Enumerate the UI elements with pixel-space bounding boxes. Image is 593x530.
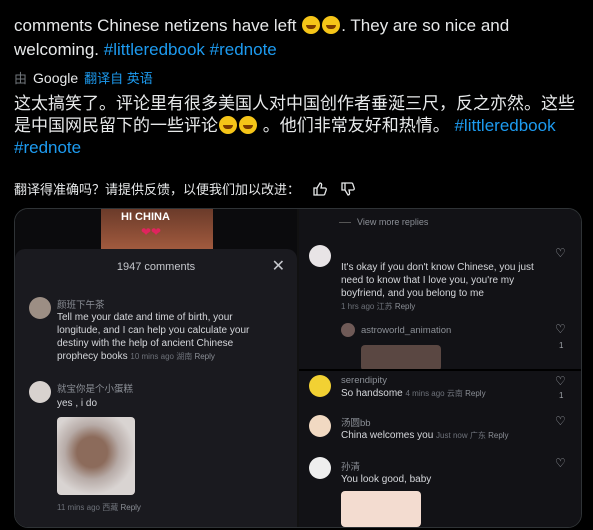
video-caption: HI CHINA [121,211,170,223]
hashtag-littleredbook[interactable]: #littleredbook [104,40,205,59]
comment-time: Just now [436,431,468,440]
hashtag-rednote[interactable]: #rednote [14,138,81,157]
like-heart-icon: ♡ [555,456,566,470]
comment-image [341,491,421,527]
laughing-face-emoji-icon [322,16,341,34]
media-left-screenshot: HI CHINA ❤❤ 1947 comments ✕ 颜班下午茶 Tell m… [15,209,297,527]
comment-time: 4 mins ago [405,389,445,398]
comment-location: 云南 [446,389,463,398]
comment-meta: 11 mins ago 西藏 Reply [57,501,141,514]
comment-text: So handsome 4 mins ago 云南 Reply [341,387,551,400]
avatar [309,457,331,479]
avatar [309,245,331,267]
hashtag-rednote[interactable]: #rednote [210,40,277,59]
avatar [309,375,331,397]
like-heart-icon: ♡ [555,246,566,260]
avatar [29,297,51,319]
comment-location: 湖南 [176,352,193,361]
avatar [309,415,331,437]
thumbs-up-icon[interactable] [312,181,328,197]
translated-from-link[interactable]: 翻译自 英语 [84,68,153,87]
comment-text: China welcomes you Just now 广东 Reply [341,429,551,442]
like-heart-icon: ♡ [555,414,566,428]
like-count: 1 [559,341,564,350]
translation-feedback: 翻译得准确吗？请提供反馈，以便我们加以改进： [14,179,356,198]
sticker-image [57,417,135,495]
comment-image [361,345,441,371]
comments-title: 1947 comments [116,261,196,273]
reply-link: Reply [488,431,509,440]
comment-meta: Just now 广东 Reply [436,431,509,440]
divider [299,369,581,371]
comment-location: 广东 [469,431,486,440]
comment-time: 10 mins ago [130,352,174,361]
tweet-text-zh-part2: 。他们非常友好和热情。 [262,116,450,135]
reply-link: Reply [194,352,215,361]
avatar [29,381,51,403]
reply-link: Reply [120,503,141,512]
comment-text: You look good, baby [341,473,551,486]
comment-body: China welcomes you [341,430,434,441]
thumbs-down-icon[interactable] [340,181,356,197]
tweet-original-text: comments Chinese netizens have left . Th… [14,14,582,62]
close-icon: ✕ [271,258,285,275]
like-heart-icon: ♡ [555,322,566,336]
tweet-text-en-part1: comments Chinese netizens have left [14,16,297,35]
comment-author: 颜班下午茶 [57,300,105,311]
like-count: 1 [559,391,564,400]
comment-author: astroworld_animation [361,325,452,336]
translated-by-prefix: 由 [14,71,28,86]
comment-body: So handsome [341,388,403,399]
comment-location: 江苏 [376,302,393,311]
comment-body: yes , i do [57,398,98,409]
tweet-media[interactable]: HI CHINA ❤❤ 1947 comments ✕ 颜班下午茶 Tell m… [14,208,582,528]
comment-location: 西藏 [102,503,119,512]
avatar [341,323,355,337]
laughing-face-emoji-icon [239,116,257,134]
view-more-replies: View more replies [338,217,429,227]
reply-link: Reply [465,389,486,398]
comment-meta: 10 mins ago 湖南 Reply [130,352,215,361]
comment-time: 11 mins ago [57,503,100,512]
comment-time: 1 hrs ago [341,302,375,311]
feedback-question: 翻译得准确吗？请提供反馈，以便我们加以改进： [14,182,301,197]
comment-text: Tell me your date and time of birth, you… [57,311,259,363]
laughing-face-emoji-icon [302,16,321,34]
comment-author: 就宝你是个小蛋糕 [57,384,134,395]
tweet-translated-text: 这太搞笑了。评论里有很多美国人对中国创作者垂涎三尺，反之亦然。这些是中国网民留下… [14,93,582,159]
tweet-body: comments Chinese netizens have left . Th… [14,14,582,159]
hashtag-littleredbook[interactable]: #littleredbook [454,116,555,135]
google-logo: Google [33,69,79,86]
comment-text: It's okay if you don't know Chinese, you… [341,261,541,313]
comment-meta: 4 mins ago 云南 Reply [406,389,486,398]
comment-body: It's okay if you don't know Chinese, you… [341,262,534,299]
like-heart-icon: ♡ [555,374,566,388]
comment-text: yes , i do [57,397,97,410]
comment-author: 汤圆bb [341,418,371,429]
comment-author: 孙清 [341,462,361,473]
translation-attribution: 由 Google 翻译自 英语 [14,68,582,87]
comment-meta: 1 hrs ago 江苏 Reply [341,300,541,313]
reply-link: Reply [394,302,416,311]
comment-author: serendipity [341,375,387,386]
heart-icon: ❤❤ [141,225,162,239]
laughing-face-emoji-icon [219,116,237,134]
comment-body: You look good, baby [341,474,432,485]
